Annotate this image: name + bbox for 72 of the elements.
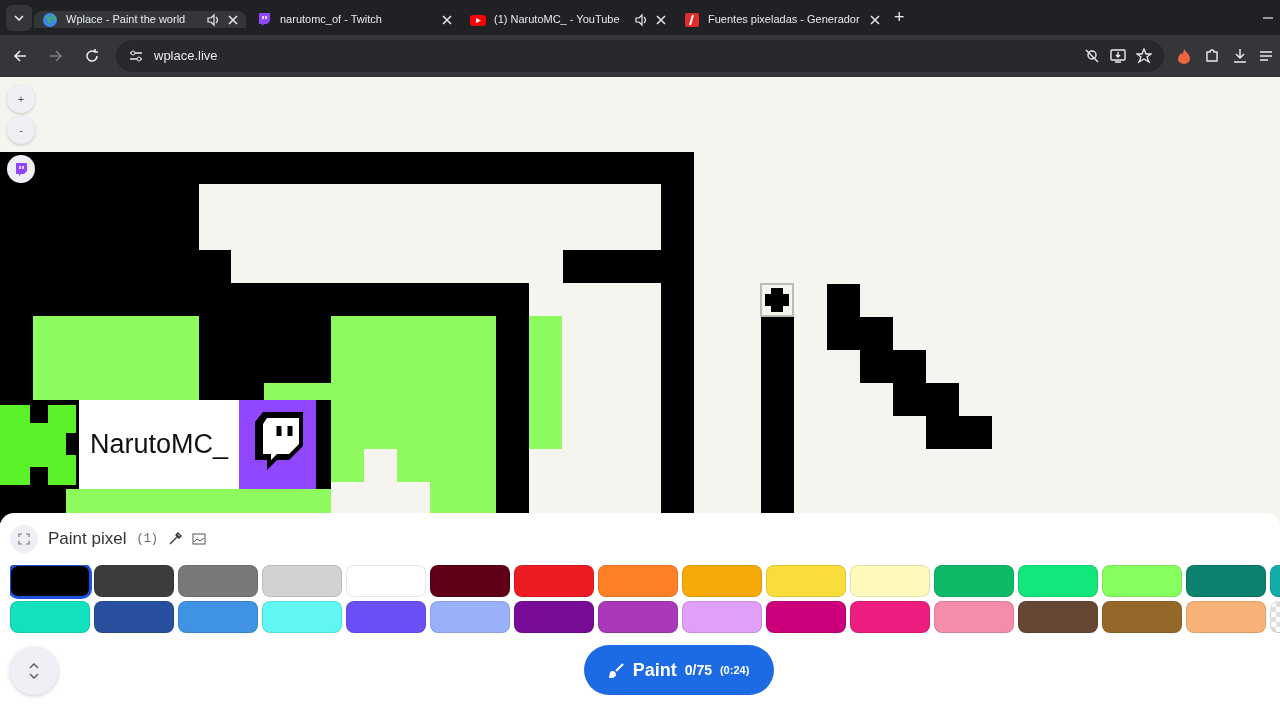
- browser-tab[interactable]: Wplace - Paint the world: [34, 11, 246, 28]
- color-swatch[interactable]: [598, 565, 678, 597]
- flame-icon[interactable]: [1176, 48, 1192, 64]
- puzzle-piece-icon[interactable]: [1204, 48, 1220, 64]
- globe-icon: [42, 11, 58, 28]
- forward-arrow-icon: [48, 48, 64, 64]
- color-swatch[interactable]: [766, 601, 846, 633]
- new-tab-button[interactable]: +: [890, 0, 909, 35]
- color-swatch[interactable]: [514, 601, 594, 633]
- color-swatch[interactable]: [766, 565, 846, 597]
- chat-bubble-icon: [239, 400, 316, 489]
- install-icon[interactable]: [1110, 48, 1126, 64]
- chevron-down-icon: [14, 14, 24, 21]
- browser-tab[interactable]: narutomc_of - Twitch: [248, 11, 460, 28]
- expand-icon: [18, 533, 30, 545]
- zoom-out-button[interactable]: -: [7, 116, 35, 144]
- color-swatch[interactable]: [1018, 565, 1098, 597]
- color-swatch[interactable]: [850, 565, 930, 597]
- reload-icon: [84, 48, 100, 64]
- color-swatch[interactable]: [1186, 601, 1266, 633]
- panel-title: Paint pixel: [48, 528, 127, 551]
- eyedropper-icon[interactable]: [168, 532, 183, 546]
- banner-text: NarutoMC_: [79, 400, 239, 489]
- menu-icon[interactable]: [1260, 48, 1272, 64]
- color-swatch[interactable]: [1186, 565, 1266, 597]
- color-swatch[interactable]: [178, 601, 258, 633]
- color-swatch[interactable]: [934, 565, 1014, 597]
- close-icon: [870, 14, 880, 25]
- close-icon: [656, 14, 666, 25]
- color-swatch[interactable]: [94, 601, 174, 633]
- color-swatch[interactable]: [934, 601, 1014, 633]
- color-swatch[interactable]: [178, 565, 258, 597]
- back-arrow-icon: [12, 48, 28, 64]
- expand-button[interactable]: [10, 525, 38, 553]
- color-swatch[interactable]: [682, 601, 762, 633]
- sliders-icon: [128, 48, 144, 64]
- color-swatch[interactable]: [346, 601, 426, 633]
- browser-tab[interactable]: Fuentes pixeladas - Generador: [676, 11, 888, 28]
- chat-bubble-icon: [256, 11, 272, 28]
- address-bar[interactable]: wplace.live: [116, 40, 1164, 72]
- zoom-in-button[interactable]: +: [7, 85, 35, 113]
- tab-search-button[interactable]: [6, 4, 32, 31]
- color-swatch[interactable]: [682, 565, 762, 597]
- image-icon[interactable]: [192, 532, 207, 546]
- star-icon[interactable]: [1136, 48, 1152, 64]
- chevron-up-down-icon: [29, 663, 39, 679]
- color-swatch[interactable]: [10, 601, 90, 633]
- color-swatch[interactable]: [94, 565, 174, 597]
- color-swatch[interactable]: [262, 565, 342, 597]
- close-icon: [442, 14, 452, 25]
- paint-button[interactable]: Paint 0/75 (0:24): [584, 645, 774, 695]
- browser-tab[interactable]: (1) NarutoMC_ - YouTube: [462, 11, 674, 28]
- download-icon[interactable]: [1232, 48, 1248, 64]
- color-swatch[interactable]: [10, 565, 90, 597]
- color-swatch[interactable]: [850, 601, 930, 633]
- chat-bubble-icon: [14, 162, 28, 176]
- color-swatch[interactable]: [1018, 601, 1098, 633]
- collapse-button[interactable]: [10, 647, 58, 695]
- color-swatch[interactable]: [346, 565, 426, 597]
- close-icon: [228, 14, 238, 25]
- selected-pixel-marker: [760, 283, 794, 317]
- color-swatch[interactable]: [430, 565, 510, 597]
- eye-slash-icon[interactable]: [1084, 48, 1100, 64]
- url-text: wplace.live: [154, 47, 218, 66]
- brush-icon: [608, 662, 625, 678]
- color-swatch[interactable]: [1102, 601, 1182, 633]
- color-swatch[interactable]: [598, 601, 678, 633]
- color-swatch[interactable]: [262, 601, 342, 633]
- color-swatch[interactable]: [514, 565, 594, 597]
- color-swatch[interactable]: [1102, 565, 1182, 597]
- pixel-count: (1): [136, 531, 159, 548]
- color-swatch[interactable]: [430, 601, 510, 633]
